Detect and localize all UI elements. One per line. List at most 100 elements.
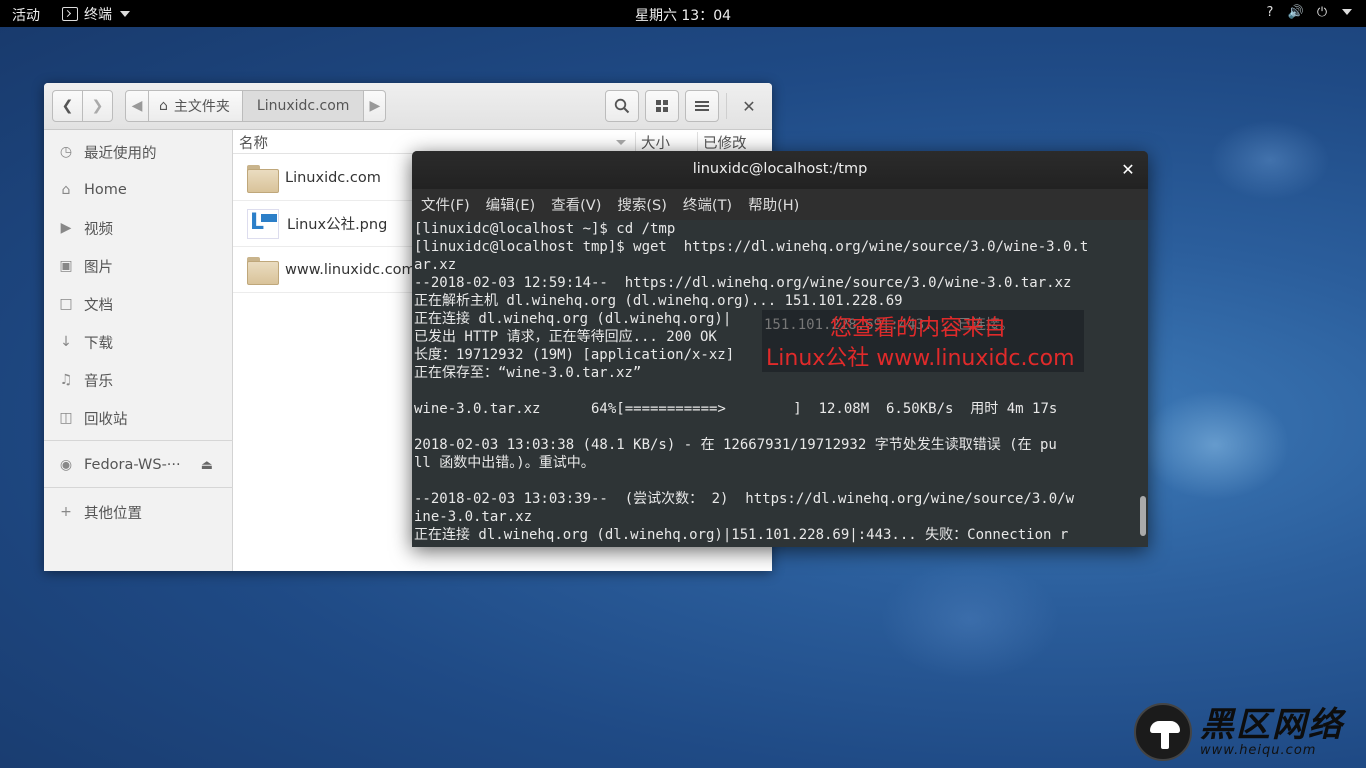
- sidebar-item-music[interactable]: ♫ 音乐: [44, 363, 233, 397]
- terminal-line: ine-3.0.tar.xz: [414, 509, 533, 525]
- search-button[interactable]: [605, 90, 639, 122]
- home-icon: ⌂: [159, 98, 168, 114]
- terminal-icon: [62, 7, 78, 21]
- close-icon: ✕: [742, 96, 756, 116]
- sidebar-item-label: 文档: [84, 297, 113, 314]
- top-bar: 活动 终端 星期六 13：04 ? 🔊 ⏻: [0, 0, 1366, 27]
- chevron-left-icon: ◀: [131, 98, 143, 114]
- sidebar-item-label: 最近使用的: [84, 145, 157, 162]
- video-icon: ▶: [60, 220, 72, 236]
- terminal-scrollbar[interactable]: [1140, 220, 1146, 547]
- forward-button[interactable]: ❯: [82, 90, 113, 122]
- help-icon[interactable]: ?: [1262, 4, 1278, 20]
- app-menu[interactable]: 终端: [62, 4, 130, 24]
- terminal-line: 已发出 HTTP 请求，正在等待回应... 200 OK: [414, 329, 717, 345]
- site-logo-url: www.heiqu.com: [1200, 742, 1317, 758]
- menu-search[interactable]: 搜索(S): [617, 194, 667, 215]
- chevron-right-icon: ❯: [91, 98, 104, 114]
- path-home-button[interactable]: ⌂ 主文件夹: [149, 90, 243, 122]
- sidebar-item-pictures[interactable]: ▣ 图片: [44, 249, 233, 283]
- path-current-label: Linuxidc.com: [256, 98, 350, 114]
- sidebar-item-videos[interactable]: ▶ 视频: [44, 211, 233, 245]
- files-headerbar: ❮ ❯ ◀ ⌂ 主文件夹 Linuxidc.com ▶ ✕: [44, 83, 772, 130]
- sidebar-item-home[interactable]: ⌂ Home: [44, 173, 233, 207]
- volume-icon[interactable]: 🔊: [1288, 4, 1304, 20]
- sidebar-separator: [44, 487, 233, 488]
- sidebar-item-trash[interactable]: ◫ 回收站: [44, 401, 233, 435]
- terminal-line: --2018-02-03 13:03:39-- (尝试次数： 2) https:…: [414, 491, 1075, 507]
- chevron-left-icon: ❮: [61, 98, 74, 114]
- sidebar-separator: [44, 440, 233, 441]
- hamburger-icon: [695, 101, 709, 111]
- sidebar-item-label: 下载: [84, 335, 113, 352]
- file-name: Linux公社.png: [287, 217, 388, 233]
- path-scroll-left[interactable]: ◀: [125, 90, 149, 122]
- terminal-line: ll 函数中出错。)。重试中。: [414, 455, 595, 471]
- background-jellyfish: [1210, 120, 1330, 200]
- activities-button[interactable]: 活动: [12, 5, 40, 25]
- background-jellyfish: [880, 560, 1060, 680]
- sidebar-item-label: 图片: [84, 259, 113, 276]
- terminal-window: linuxidc@localhost:/tmp ✕ 文件(F) 编辑(E) 查看…: [412, 151, 1148, 547]
- power-icon[interactable]: ⏻: [1314, 4, 1330, 20]
- menu-help[interactable]: 帮助(H): [748, 194, 799, 215]
- menu-terminal[interactable]: 终端(T): [683, 194, 732, 215]
- terminal-line: 正在解析主机 dl.winehq.org (dl.winehq.org)... …: [414, 293, 903, 309]
- terminal-line: [linuxidc@localhost tmp]$ wget https://d…: [414, 239, 1089, 255]
- sidebar-item-label: 音乐: [84, 373, 113, 390]
- sort-down-icon: [616, 140, 626, 145]
- camera-icon: ▣: [59, 258, 73, 274]
- menu-edit[interactable]: 编辑(E): [486, 194, 535, 215]
- sidebar-item-recent[interactable]: ◷ 最近使用的: [44, 135, 233, 169]
- sidebar-item-label: 回收站: [84, 411, 128, 428]
- terminal-screen[interactable]: [linuxidc@localhost ~]$ cd /tmp [linuxid…: [412, 220, 1138, 547]
- view-grid-button[interactable]: [645, 90, 679, 122]
- menu-view[interactable]: 查看(V): [551, 194, 601, 215]
- folder-icon: [247, 256, 279, 285]
- path-home-label: 主文件夹: [173, 99, 230, 115]
- eject-icon[interactable]: ⏏: [201, 458, 213, 473]
- sidebar-item-downloads[interactable]: ↓ 下载: [44, 325, 233, 359]
- download-icon: ↓: [60, 334, 72, 350]
- terminal-line: ar.xz: [414, 257, 457, 273]
- column-modified[interactable]: 已修改: [703, 132, 747, 153]
- file-name: Linuxidc.com: [285, 169, 381, 186]
- sidebar-item-other-locations[interactable]: + 其他位置: [44, 495, 233, 529]
- path-current-button[interactable]: Linuxidc.com: [242, 90, 365, 122]
- terminal-line: 正在保存至：“wine-3.0.tar.xz”: [414, 365, 642, 381]
- sidebar-item-label: 视频: [84, 221, 113, 238]
- close-button[interactable]: ✕: [734, 90, 764, 122]
- terminal-menubar: 文件(F) 编辑(E) 查看(V) 搜索(S) 终端(T) 帮助(H): [412, 189, 1148, 220]
- sidebar-item-fedora-disc[interactable]: ◉ Fedora-WS-··· ⏏: [44, 448, 233, 482]
- site-logo-title: 黑区网络: [1200, 704, 1344, 745]
- files-sidebar: ◷ 最近使用的 ⌂ Home ▶ 视频 ▣ 图片 □ 文档 ↓ 下载 ♫ 音乐 ◫ 回收站 ◉ F…: [44, 130, 233, 571]
- grid-icon: [656, 100, 668, 112]
- terminal-line: wine-3.0.tar.xz 64%[===========> ] 12.08…: [414, 401, 1058, 417]
- column-size[interactable]: 大小: [641, 132, 670, 153]
- clock: 星期六 13：04: [0, 5, 1366, 25]
- terminal-titlebar[interactable]: linuxidc@localhost:/tmp ✕: [412, 151, 1148, 189]
- column-name[interactable]: 名称: [239, 132, 268, 153]
- back-button[interactable]: ❮: [52, 90, 83, 122]
- terminal-close-button[interactable]: ✕: [1118, 159, 1138, 179]
- terminal-title: linuxidc@localhost:/tmp: [692, 161, 868, 177]
- disc-icon: ◉: [59, 457, 73, 473]
- background-jellyfish: [1140, 390, 1290, 500]
- chevron-down-icon[interactable]: [1342, 9, 1352, 15]
- sidebar-item-label: Fedora-WS-···: [84, 457, 181, 473]
- search-icon: [614, 98, 630, 114]
- terminal-line: 正在连接 dl.winehq.org (dl.winehq.org)|: [414, 311, 732, 327]
- home-icon: ⌂: [61, 182, 71, 198]
- terminal-line: 长度：19712932 (19M) [application/x-xz]: [414, 347, 735, 363]
- trash-icon: ◫: [59, 410, 73, 426]
- image-thumbnail-icon: [247, 208, 279, 239]
- scrollbar-thumb[interactable]: [1140, 496, 1146, 536]
- menu-file[interactable]: 文件(F): [421, 194, 470, 215]
- clock-label[interactable]: 星期六 13：04: [635, 8, 731, 24]
- terminal-line: [linuxidc@localhost ~]$ cd /tmp: [414, 221, 676, 237]
- menu-button[interactable]: [685, 90, 719, 122]
- path-scroll-right[interactable]: ▶: [364, 90, 387, 122]
- path-bar: ◀ ⌂ 主文件夹 Linuxidc.com ▶: [125, 90, 387, 122]
- system-tray[interactable]: ? 🔊 ⏻: [1262, 4, 1352, 20]
- sidebar-item-documents[interactable]: □ 文档: [44, 287, 233, 321]
